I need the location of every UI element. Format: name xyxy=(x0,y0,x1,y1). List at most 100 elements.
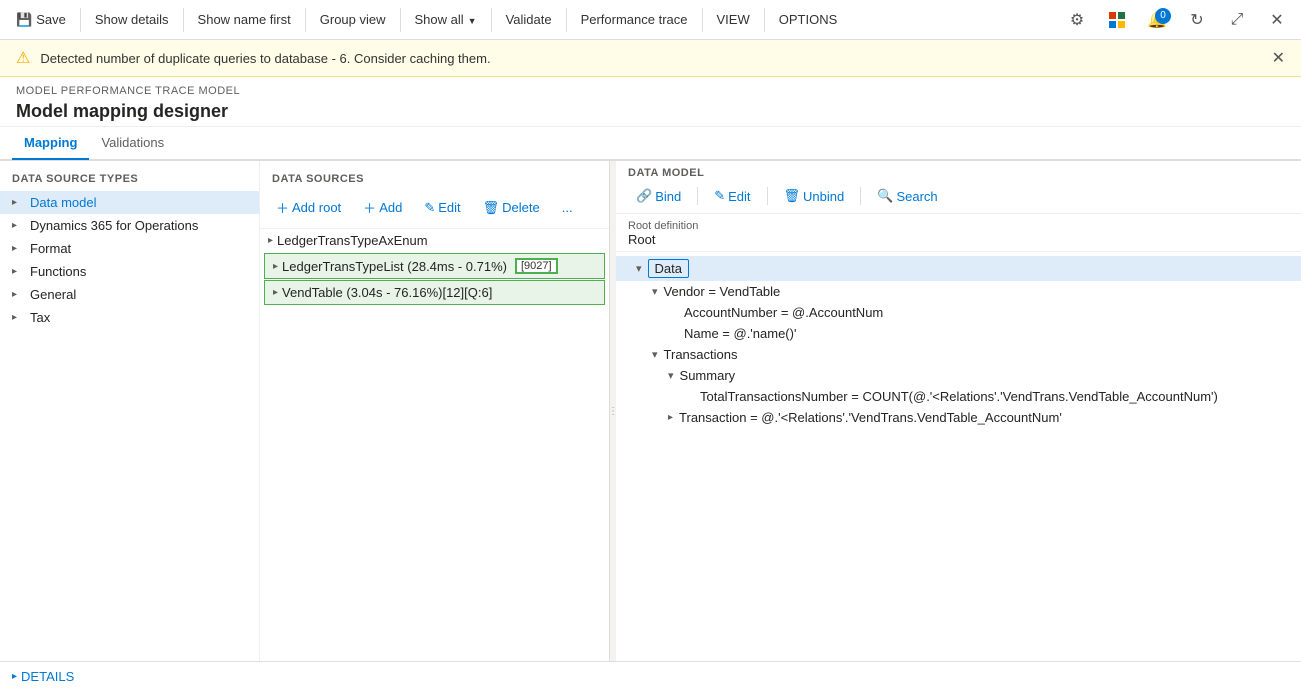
ds-type-item-format[interactable]: Format xyxy=(0,237,259,260)
ds-type-label-data-model: Data model xyxy=(30,195,96,210)
dm-node-summary[interactable]: Summary xyxy=(616,365,1301,386)
add-button[interactable]: ＋ Add xyxy=(355,195,410,220)
dm-toolbar: 🔗 Bind ✎ Edit 🗑 Unbind 🔍 Search xyxy=(628,185,1289,207)
ds-type-chevron-general xyxy=(12,289,24,300)
ds-item-ledger-trans-type-ax[interactable]: LedgerTransTypeAxEnum xyxy=(260,229,609,252)
dm-node-transaction[interactable]: Transaction = @.'<Relations'.'VendTrans.… xyxy=(616,407,1301,428)
ds-type-label-functions: Functions xyxy=(30,264,86,279)
ds-type-chevron-data-model xyxy=(12,197,24,208)
ds-chevron-2 xyxy=(273,261,278,272)
toolbar-right: ⚙ 🔔 0 ↻ ⤢ ✕ xyxy=(1061,4,1293,36)
group-view-button[interactable]: Group view xyxy=(312,8,394,31)
tab-mapping[interactable]: Mapping xyxy=(12,127,89,160)
validate-button[interactable]: Validate xyxy=(498,8,560,31)
ds-type-item-tax[interactable]: Tax xyxy=(0,306,259,329)
dm-label-name: Name = @.'name()' xyxy=(684,326,796,341)
separator-8 xyxy=(764,8,765,32)
dm-node-transactions[interactable]: Transactions xyxy=(616,344,1301,365)
save-icon: 💾 xyxy=(16,12,32,28)
view-button[interactable]: VIEW xyxy=(709,8,758,31)
ds-type-item-general[interactable]: General xyxy=(0,283,259,306)
ds-badge-2: [9027] xyxy=(515,258,558,274)
details-chevron xyxy=(12,671,17,682)
ds-sources-header: DATA SOURCES xyxy=(260,169,609,191)
dm-sep-3 xyxy=(860,187,861,205)
page-title: Model mapping designer xyxy=(16,101,1285,122)
dm-node-data[interactable]: Data xyxy=(616,256,1301,281)
close-button[interactable]: ✕ xyxy=(1261,4,1293,36)
dm-node-account-number[interactable]: AccountNumber = @.AccountNum xyxy=(616,302,1301,323)
details-label: DETAILS xyxy=(12,669,74,684)
data-source-types-panel: DATA SOURCE TYPES Data model Dynamics 36… xyxy=(0,161,260,661)
ds-type-chevron-functions xyxy=(12,266,24,277)
show-all-chevron xyxy=(468,12,477,27)
separator-2 xyxy=(183,8,184,32)
dm-header: DATA MODEL 🔗 Bind ✎ Edit 🗑 Unbind xyxy=(616,161,1301,214)
show-details-button[interactable]: Show details xyxy=(87,8,177,31)
ds-item-ledger-trans-type-list[interactable]: LedgerTransTypeList (28.4ms - 0.71%) [90… xyxy=(264,253,605,279)
show-all-button[interactable]: Show all xyxy=(407,8,485,31)
dm-label-transactions: Transactions xyxy=(664,347,738,362)
dm-chevron-summary xyxy=(668,369,674,382)
add-root-icon: ＋ xyxy=(276,198,289,217)
bind-button[interactable]: 🔗 Bind xyxy=(628,185,689,207)
search-dm-icon: 🔍 xyxy=(877,188,893,204)
warning-close-button[interactable]: ✕ xyxy=(1272,48,1285,68)
dm-sep-1 xyxy=(697,187,698,205)
separator-6 xyxy=(566,8,567,32)
settings-icon-button[interactable]: ⚙ xyxy=(1061,4,1093,36)
ds-chevron-3 xyxy=(273,287,278,298)
ds-type-chevron-tax xyxy=(12,312,24,323)
breadcrumb: MODEL PERFORMANCE TRACE MODEL xyxy=(16,85,1285,97)
warning-message: Detected number of duplicate queries to … xyxy=(40,51,490,66)
ds-item-vend-table[interactable]: VendTable (3.04s - 76.16%)[12][Q:6] xyxy=(264,280,605,305)
left-panel: DATA SOURCE TYPES Data model Dynamics 36… xyxy=(0,161,610,661)
details-bar[interactable]: DETAILS xyxy=(0,661,1301,691)
dm-label-transaction: Transaction = @.'<Relations'.'VendTrans.… xyxy=(679,410,1062,425)
tab-validations[interactable]: Validations xyxy=(89,127,176,160)
dm-chevron-transactions xyxy=(652,348,658,361)
dm-sep-2 xyxy=(767,187,768,205)
dm-tree: Data Vendor = VendTable AccountNumber = … xyxy=(616,252,1301,661)
options-button[interactable]: OPTIONS xyxy=(771,8,846,31)
ds-type-label-format: Format xyxy=(30,241,71,256)
refresh-button[interactable]: ↻ xyxy=(1181,4,1213,36)
edit-dm-button[interactable]: ✎ Edit xyxy=(706,185,758,207)
ds-type-item-dynamics[interactable]: Dynamics 365 for Operations xyxy=(0,214,259,237)
warning-banner: ⚠ Detected number of duplicate queries t… xyxy=(0,40,1301,77)
dm-node-name[interactable]: Name = @.'name()' xyxy=(616,323,1301,344)
performance-trace-button[interactable]: Performance trace xyxy=(573,8,696,31)
main-content: DATA SOURCE TYPES Data model Dynamics 36… xyxy=(0,161,1301,661)
ds-type-label-dynamics: Dynamics 365 for Operations xyxy=(30,218,198,233)
save-button[interactable]: 💾 Save xyxy=(8,8,74,32)
unbind-button[interactable]: 🗑 Unbind xyxy=(776,185,853,207)
expand-button[interactable]: ⤢ xyxy=(1221,4,1253,36)
data-sources-panel: DATA SOURCES ＋ Add root ＋ Add ✎ Edit xyxy=(260,161,609,661)
ds-label-1: LedgerTransTypeAxEnum xyxy=(277,233,428,248)
dm-chevron-vendor xyxy=(652,285,658,298)
delete-ds-button[interactable]: 🗑 Delete xyxy=(475,197,548,219)
dm-node-total-transactions[interactable]: TotalTransactionsNumber = COUNT(@.'<Rela… xyxy=(616,386,1301,407)
ds-type-chevron-format xyxy=(12,243,24,254)
show-name-first-button[interactable]: Show name first xyxy=(190,8,299,31)
ds-type-label-general: General xyxy=(30,287,76,302)
tabs-container: Mapping Validations xyxy=(0,127,1301,160)
more-button[interactable]: ... xyxy=(554,197,581,218)
add-icon: ＋ xyxy=(363,198,376,217)
dm-label: DATA MODEL xyxy=(628,167,1289,179)
ds-type-item-functions[interactable]: Functions xyxy=(0,260,259,283)
unbind-icon: 🗑 xyxy=(784,188,801,204)
edit-ds-icon: ✎ xyxy=(424,200,435,216)
office-icon-button[interactable] xyxy=(1101,4,1133,36)
ds-chevron-1 xyxy=(268,235,273,246)
search-dm-button[interactable]: 🔍 Search xyxy=(869,185,945,207)
ds-types-header: DATA SOURCE TYPES xyxy=(0,169,259,191)
dm-node-vendor[interactable]: Vendor = VendTable xyxy=(616,281,1301,302)
dm-chevron-data xyxy=(636,262,642,275)
separator-7 xyxy=(702,8,703,32)
ds-type-item-data-model[interactable]: Data model xyxy=(0,191,259,214)
edit-ds-button[interactable]: ✎ Edit xyxy=(416,197,468,219)
dm-label-data: Data xyxy=(648,259,689,278)
ds-type-label-tax: Tax xyxy=(30,310,50,325)
add-root-button[interactable]: ＋ Add root xyxy=(268,195,349,220)
